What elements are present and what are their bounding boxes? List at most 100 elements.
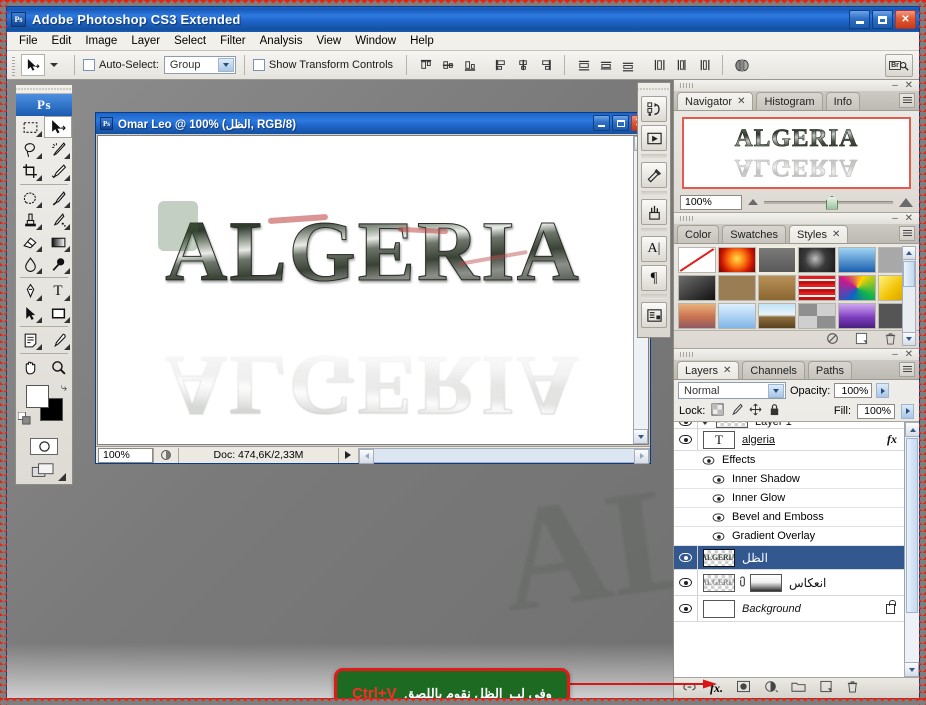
- tab-swatches[interactable]: Swatches: [722, 225, 786, 243]
- eye-icon[interactable]: [679, 553, 692, 562]
- style-noise[interactable]: [798, 303, 836, 329]
- chevron-down-icon[interactable]: [768, 384, 784, 398]
- eye-icon[interactable]: [712, 512, 725, 522]
- fill-stepper[interactable]: [901, 403, 914, 419]
- slider-knob[interactable]: [825, 195, 838, 210]
- lock-image-pixels-icon[interactable]: [730, 403, 743, 419]
- style-sunset[interactable]: [678, 303, 716, 329]
- edit-in-quick-mask-mode-icon[interactable]: [30, 437, 58, 455]
- change-screen-mode-icon[interactable]: [31, 462, 57, 480]
- scroll-down-arrow-icon[interactable]: [903, 332, 915, 345]
- paragraph-panel-icon[interactable]: ¶: [641, 265, 667, 291]
- navigator-zoom-slider[interactable]: [764, 195, 893, 210]
- align-horizontal-centers-icon[interactable]: [512, 54, 534, 76]
- notes-tool[interactable]: [16, 329, 44, 351]
- character-panel-icon[interactable]: A|: [641, 236, 667, 262]
- auto-select-scope-select[interactable]: Group: [163, 56, 236, 74]
- distribute-top-edges-icon[interactable]: [573, 54, 595, 76]
- style-tan[interactable]: [718, 275, 756, 301]
- tab-navigator[interactable]: Navigator ✕: [677, 92, 754, 110]
- lock-position-icon[interactable]: [749, 403, 762, 419]
- layer-visibility-toggle[interactable]: [674, 422, 698, 428]
- delete-style-icon[interactable]: [884, 332, 897, 348]
- menu-item-file[interactable]: File: [12, 32, 45, 50]
- tab-channels[interactable]: Channels: [742, 361, 805, 379]
- brush-tool[interactable]: [44, 187, 72, 209]
- scroll-down-arrow-icon[interactable]: [904, 662, 919, 677]
- document-minimize-button[interactable]: [593, 115, 610, 131]
- layer-thumbnail[interactable]: [716, 422, 748, 428]
- menu-item-select[interactable]: Select: [167, 32, 213, 50]
- tab-histogram[interactable]: Histogram: [756, 92, 823, 110]
- align-left-edges-icon[interactable]: [490, 54, 512, 76]
- document-profile-icon[interactable]: [153, 447, 178, 463]
- layers-panel-topbar[interactable]: ‒ ✕: [674, 349, 919, 360]
- style-purple-gloss[interactable]: [838, 303, 876, 329]
- hand-tool[interactable]: [16, 356, 44, 378]
- table-row[interactable]: ALGERIA الظل: [674, 546, 919, 570]
- fill-input[interactable]: 100%: [857, 403, 895, 419]
- slice-tool[interactable]: [44, 160, 72, 182]
- go-to-bridge-button[interactable]: Br: [885, 54, 913, 77]
- gradient-tool[interactable]: [44, 231, 72, 253]
- panel-collapse-close-icons[interactable]: ‒ ✕: [892, 349, 915, 360]
- style-ice-blue[interactable]: [718, 303, 756, 329]
- brushes-icon[interactable]: [641, 199, 667, 225]
- new-layer-icon[interactable]: [819, 680, 833, 696]
- style-gold-brown[interactable]: [758, 275, 796, 301]
- opacity-stepper[interactable]: [876, 383, 890, 398]
- clone-stamp-tool[interactable]: [16, 209, 44, 231]
- tab-info[interactable]: Info: [825, 92, 860, 110]
- new-adjustment-layer-icon[interactable]: [764, 680, 779, 696]
- eye-icon[interactable]: [712, 493, 725, 503]
- clear-style-icon[interactable]: [826, 332, 839, 348]
- path-selection-tool[interactable]: [16, 302, 44, 324]
- navigator-thumbnail[interactable]: ALGERIA ALGERIA: [682, 117, 911, 189]
- menu-item-image[interactable]: Image: [78, 32, 124, 50]
- new-group-icon[interactable]: [791, 681, 806, 696]
- history-actions-icon[interactable]: [641, 96, 667, 122]
- delete-layer-icon[interactable]: [846, 680, 859, 696]
- list-item[interactable]: Inner Glow: [674, 489, 919, 508]
- layer-comps-icon[interactable]: [641, 302, 667, 328]
- icon-strip-grip[interactable]: [638, 85, 670, 93]
- tools-palette-grip[interactable]: [16, 85, 72, 94]
- styles-panel-menu-button[interactable]: [899, 226, 915, 241]
- scroll-left-arrow-icon[interactable]: [359, 448, 374, 464]
- blend-mode-select[interactable]: Normal: [678, 382, 786, 399]
- tool-presets-icon[interactable]: [641, 162, 667, 188]
- auto-align-layers-icon[interactable]: [731, 54, 753, 76]
- tool-preset-chevron-down-icon[interactable]: [50, 63, 58, 67]
- menu-item-help[interactable]: Help: [403, 32, 441, 50]
- distribute-bottom-edges-icon[interactable]: [617, 54, 639, 76]
- layer-visibility-toggle[interactable]: [674, 596, 698, 621]
- layer-visibility-toggle[interactable]: [674, 546, 698, 569]
- layer-mask-thumbnail[interactable]: [750, 573, 782, 592]
- table-row[interactable]: Layer 1: [674, 422, 919, 429]
- chevron-down-icon[interactable]: [701, 422, 709, 425]
- default-colors-icon[interactable]: [17, 411, 31, 428]
- layers-panel-menu-button[interactable]: [899, 362, 915, 377]
- history-brush-tool[interactable]: [44, 209, 72, 231]
- show-transform-controls-checkbox[interactable]: [252, 59, 265, 71]
- distribute-right-edges-icon[interactable]: [692, 54, 714, 76]
- list-item[interactable]: Effects: [674, 451, 919, 470]
- align-right-edges-icon[interactable]: [534, 54, 556, 76]
- new-style-icon[interactable]: [855, 332, 868, 348]
- align-top-edges-icon[interactable]: [415, 54, 437, 76]
- auto-select-checkbox[interactable]: [83, 59, 95, 71]
- layer-thumbnail[interactable]: [703, 599, 735, 618]
- tab-color[interactable]: Color: [677, 225, 720, 243]
- layer-thumbnail[interactable]: ALGERIA: [703, 548, 735, 567]
- lock-transparent-pixels-icon[interactable]: [711, 403, 724, 419]
- layer-visibility-toggle[interactable]: [674, 429, 698, 450]
- panel-collapse-close-icons[interactable]: ‒ ✕: [892, 80, 915, 91]
- eyedropper-tool[interactable]: [44, 329, 72, 351]
- chevron-down-icon[interactable]: [217, 58, 234, 72]
- layer-thumbnail[interactable]: T: [703, 430, 735, 449]
- close-icon[interactable]: ✕: [723, 365, 731, 376]
- eye-icon[interactable]: [679, 435, 692, 444]
- style-blue-sky[interactable]: [838, 247, 876, 273]
- healing-brush-tool[interactable]: [16, 187, 44, 209]
- actions-play-icon[interactable]: [641, 125, 667, 151]
